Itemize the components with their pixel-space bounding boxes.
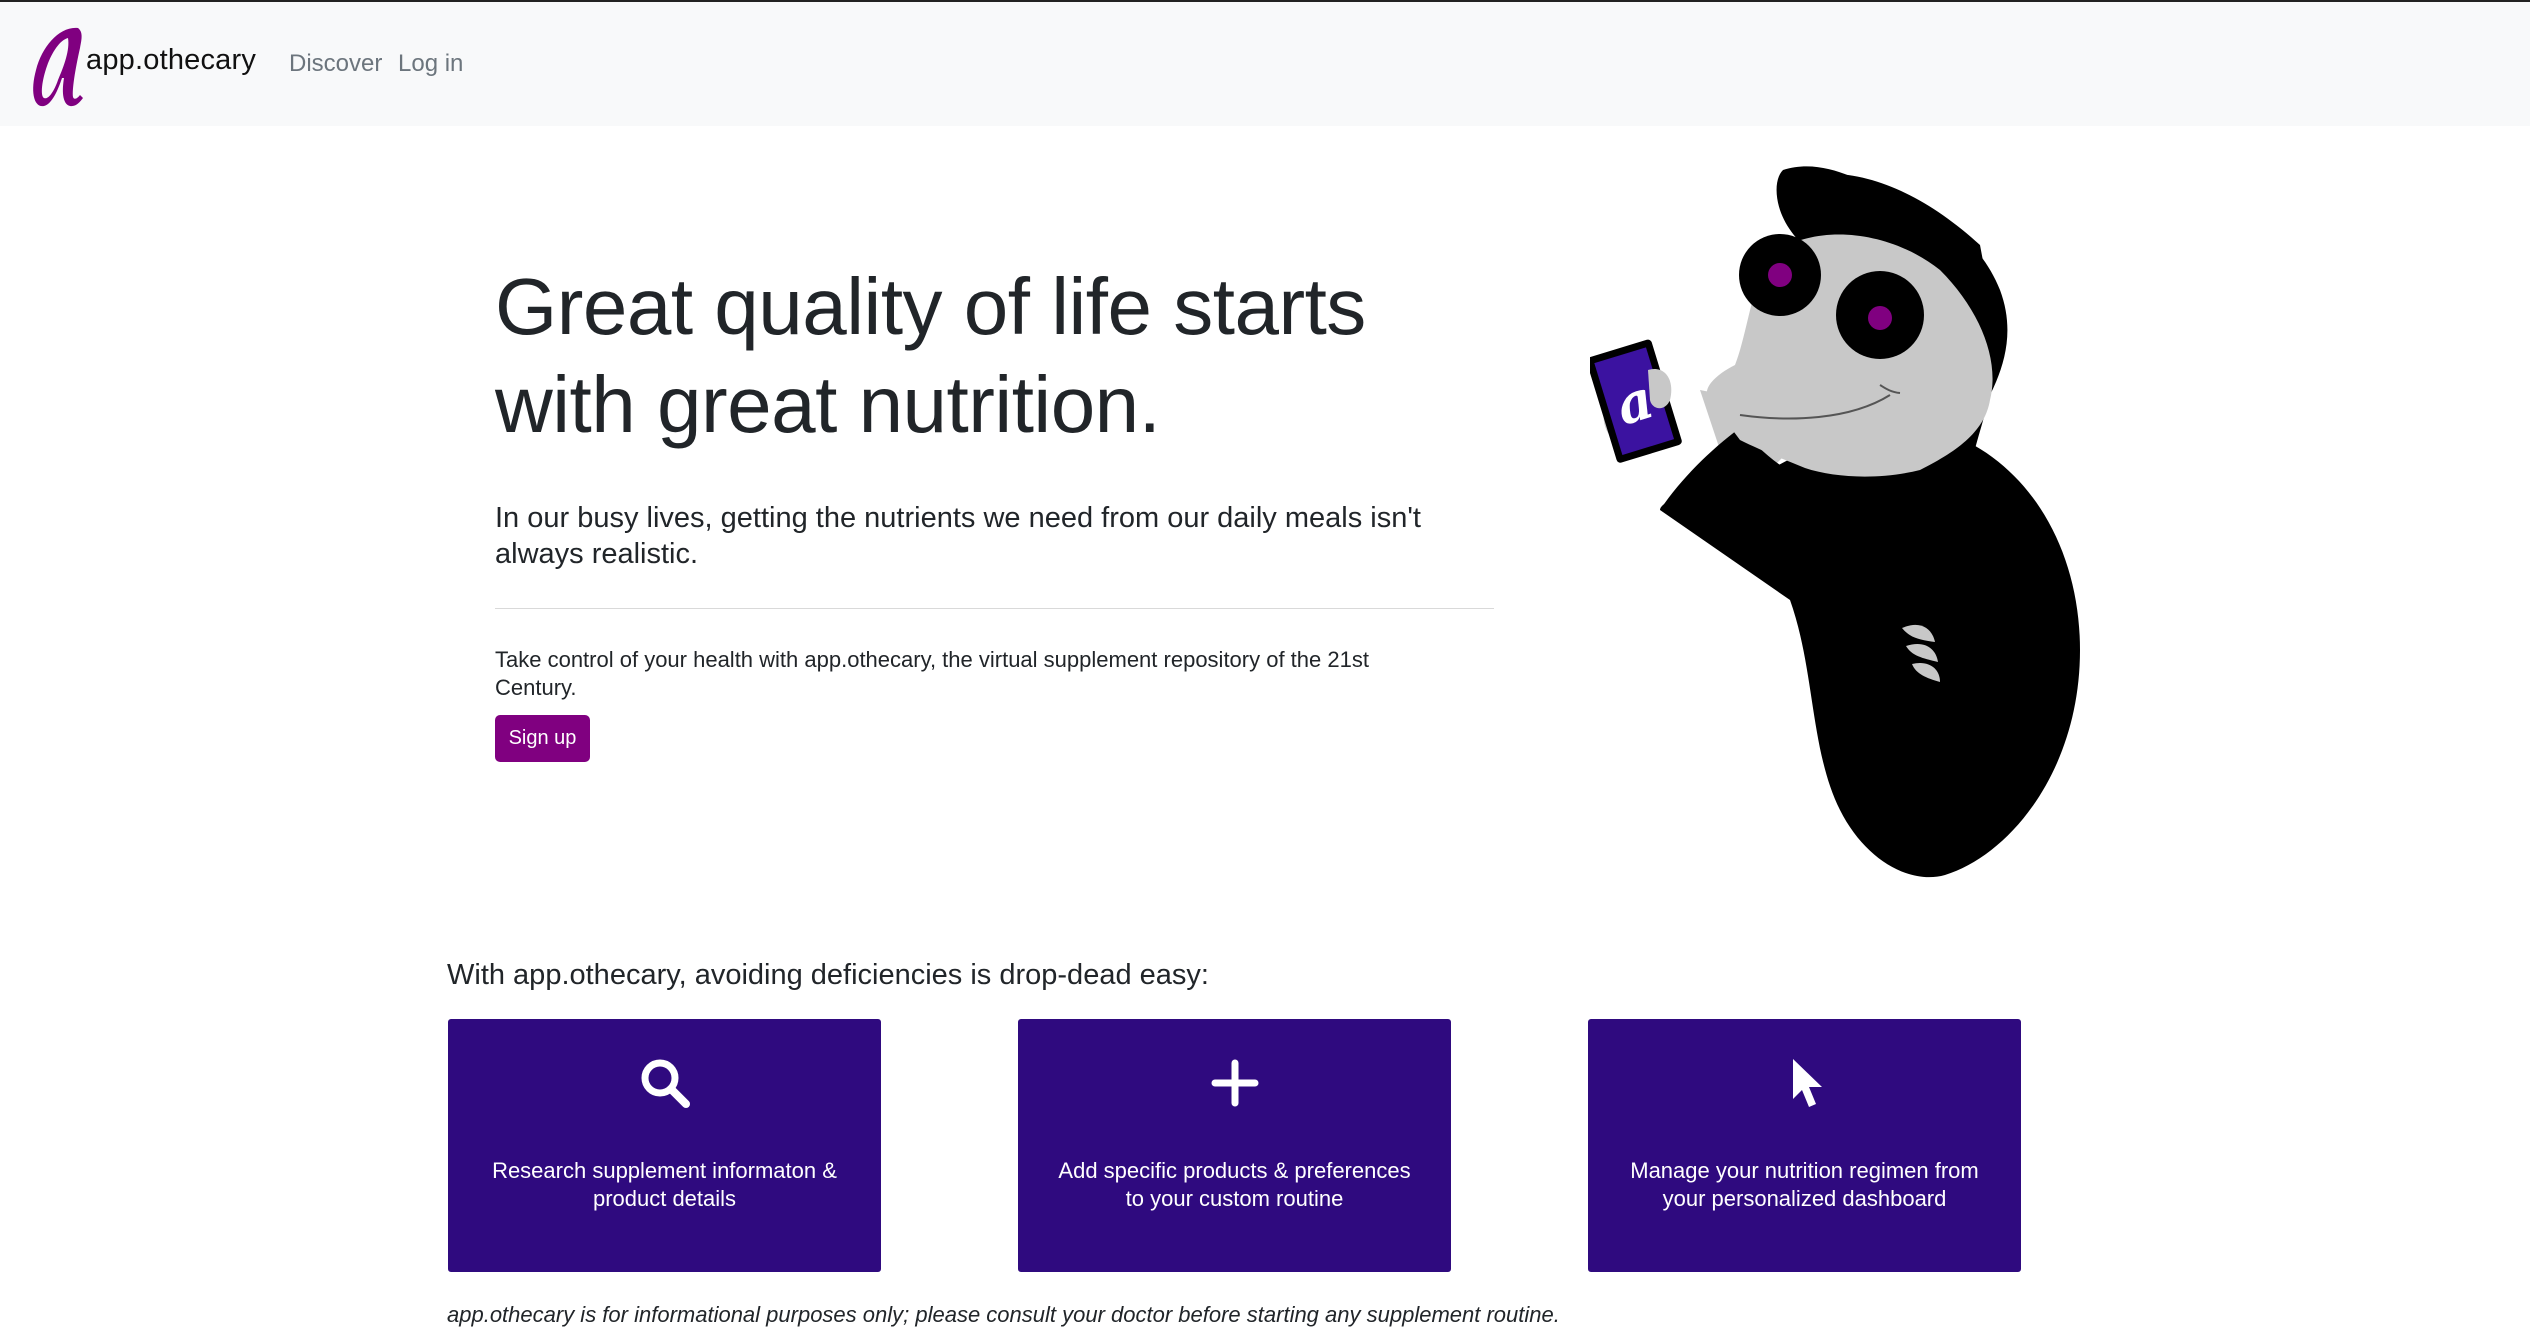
hero-divider bbox=[495, 608, 1494, 609]
nav-link-login[interactable]: Log in bbox=[398, 50, 463, 78]
disclaimer: app.othecary is for informational purpos… bbox=[447, 1302, 1560, 1327]
search-icon bbox=[641, 1059, 690, 1108]
plus-icon bbox=[1211, 1059, 1258, 1107]
hero-title-line-2: with great nutrition. bbox=[495, 360, 1161, 449]
brand-link[interactable]: app.othecary bbox=[20, 20, 256, 112]
navbar: app.othecary Discover Log in bbox=[0, 2, 2530, 126]
feature-card-text: Add specific products & preferences to y… bbox=[1058, 1158, 1411, 1211]
signup-button[interactable]: Sign up bbox=[495, 715, 590, 762]
feature-card-research: Research supplement informaton & product… bbox=[448, 1019, 881, 1272]
brand-name: app.othecary bbox=[86, 43, 257, 76]
steps-intro: With app.othecary, avoiding deficiencies… bbox=[447, 959, 1209, 991]
plague-doctor-mascot-illustration: a bbox=[1590, 166, 2080, 878]
feature-card-add: Add specific products & preferences to y… bbox=[1018, 1019, 1451, 1272]
feature-card-text: Research supplement informaton & product… bbox=[492, 1158, 837, 1211]
hero-text: Take control of your health with app.oth… bbox=[495, 647, 1369, 700]
nav-link-discover[interactable]: Discover bbox=[289, 50, 382, 78]
hero-lead: In our busy lives, getting the nutrients… bbox=[495, 502, 1421, 570]
feature-card-manage: Manage your nutrition regimen from your … bbox=[1588, 1019, 2021, 1272]
cursor-icon bbox=[1792, 1059, 1822, 1107]
brand-logo-icon bbox=[33, 27, 83, 107]
feature-card-text: Manage your nutrition regimen from your … bbox=[1630, 1158, 1979, 1211]
hero-title: Great quality of life starts with great … bbox=[495, 258, 1495, 454]
hero-title-line-1: Great quality of life starts bbox=[495, 262, 1366, 351]
